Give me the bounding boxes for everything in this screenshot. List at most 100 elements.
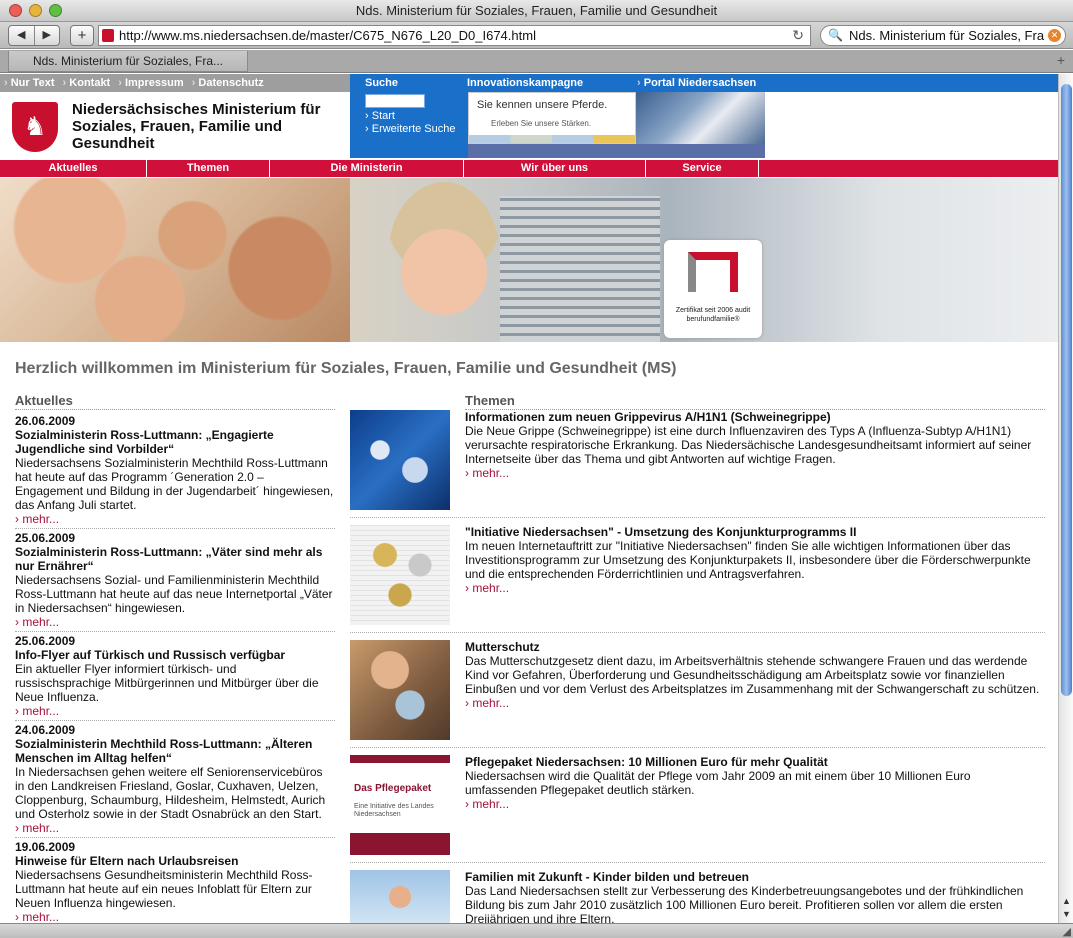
- nav-themen[interactable]: Themen: [147, 160, 270, 177]
- search-value: Nds. Ministerium für Soziales, Fra: [849, 28, 1045, 43]
- news-more-link[interactable]: mehr...: [15, 615, 335, 629]
- window-title: Nds. Ministerium für Soziales, Frauen, F…: [355, 3, 718, 18]
- search-icon: 🔍: [828, 28, 843, 42]
- forward-button[interactable]: ▶: [35, 26, 60, 45]
- meta-link-datenschutz[interactable]: Datenschutz: [192, 74, 263, 92]
- page-viewport: Nur Text Kontakt Impressum Datenschutz S…: [0, 74, 1058, 923]
- topic-text: Im neuen Internetauftritt zur "Initiativ…: [465, 539, 1031, 581]
- lower-saxony-horse-logo[interactable]: ♞: [12, 102, 58, 152]
- news-more-link[interactable]: mehr...: [15, 910, 335, 923]
- back-button[interactable]: ◀: [9, 26, 35, 45]
- pflegepaket-subtitle: Eine Initiative des Landes Niedersachsen: [354, 803, 434, 818]
- news-date: 24.06.2009: [15, 723, 76, 737]
- status-bar: ◢: [0, 923, 1073, 938]
- banner-strip: [468, 144, 765, 158]
- divider: [350, 517, 1045, 518]
- search-start-link[interactable]: Start: [365, 110, 395, 122]
- audit-certificate[interactable]: Zertifikat seit 2006 audit berufundfamil…: [664, 240, 762, 338]
- topic-title[interactable]: Familien mit Zukunft - Kinder bilden und…: [465, 870, 1045, 884]
- vertical-scrollbar[interactable]: ▲ ▼: [1058, 74, 1073, 923]
- minister-portrait: [388, 182, 500, 332]
- virus-image[interactable]: [350, 410, 450, 510]
- nav-ministerin[interactable]: Die Ministerin: [270, 160, 464, 177]
- topic-item: "Initiative Niedersachsen" - Umsetzung d…: [465, 525, 1045, 595]
- meta-link-kontakt[interactable]: Kontakt: [63, 74, 110, 92]
- resize-grip-icon[interactable]: ◢: [1063, 925, 1071, 938]
- innovation-link[interactable]: Innovationskampagne: [467, 74, 583, 92]
- nav-wir-ueber-uns[interactable]: Wir über uns: [464, 160, 646, 177]
- nav-service[interactable]: Service: [646, 160, 759, 177]
- news-text: Niedersachsens Gesundheitsministerin Mec…: [15, 868, 313, 910]
- news-more-link[interactable]: mehr...: [15, 821, 335, 835]
- scroll-down-icon[interactable]: ▼: [1062, 909, 1071, 919]
- new-tab-icon[interactable]: +: [1057, 52, 1065, 68]
- news-title[interactable]: Info-Flyer auf Türkisch und Russisch ver…: [15, 648, 335, 662]
- topic-item: Mutterschutz Das Mutterschutzgesetz dien…: [465, 640, 1045, 710]
- topic-title[interactable]: Pflegepaket Niedersachsen: 10 Millionen …: [465, 755, 1045, 769]
- reload-icon[interactable]: ↻: [792, 26, 804, 45]
- nav-aktuelles[interactable]: Aktuelles: [0, 160, 147, 177]
- pflegepaket-image[interactable]: Das Pflegepaket Eine Initiative des Land…: [350, 755, 450, 855]
- search-input[interactable]: 🔍 Nds. Ministerium für Soziales, Fra ✕: [820, 25, 1066, 46]
- address-bar[interactable]: http://www.ms.niedersachsen.de/master/C6…: [98, 25, 811, 46]
- window-controls: [9, 4, 62, 17]
- scroll-up-icon[interactable]: ▲: [1062, 896, 1071, 906]
- clear-search-icon[interactable]: ✕: [1048, 29, 1061, 42]
- child-image[interactable]: [350, 870, 450, 923]
- horse-campaign-banner[interactable]: Sie kennen unsere Pferde. Erleben Sie un…: [468, 92, 636, 144]
- news-title[interactable]: Hinweise für Eltern nach Urlaubsreisen: [15, 854, 335, 868]
- add-bookmark-button[interactable]: +: [70, 25, 94, 46]
- main-nav: Aktuelles Themen Die Ministerin Wir über…: [0, 160, 1058, 177]
- news-date: 25.06.2009: [15, 634, 76, 648]
- news-date: 25.06.2009: [15, 531, 76, 545]
- suche-label: Suche: [365, 77, 399, 89]
- topic-more-link[interactable]: mehr...: [465, 696, 1045, 710]
- news-more-link[interactable]: mehr...: [15, 704, 335, 718]
- url-text: http://www.ms.niedersachsen.de/master/C6…: [119, 28, 536, 43]
- news-item: 25.06.2009 Info-Flyer auf Türkisch und R…: [15, 632, 335, 721]
- topic-item: Pflegepaket Niedersachsen: 10 Millionen …: [465, 755, 1045, 811]
- news-text: In Niedersachsen gehen weitere elf Senio…: [15, 765, 326, 821]
- news-title[interactable]: Sozialministerin Ross-Luttmann: „Engagie…: [15, 428, 335, 456]
- news-heading: Aktuelles: [15, 393, 335, 410]
- ministry-building: [500, 196, 660, 342]
- news-title[interactable]: Sozialministerin Ross-Luttmann: „Väter s…: [15, 545, 335, 573]
- news-title[interactable]: Sozialministerin Mechthild Ross-Luttmann…: [15, 737, 335, 765]
- topic-title[interactable]: "Initiative Niedersachsen" - Umsetzung d…: [465, 525, 1045, 539]
- topic-title[interactable]: Mutterschutz: [465, 640, 1045, 654]
- advanced-search-link[interactable]: Erweiterte Suche: [365, 123, 456, 135]
- minimize-window-button[interactable]: [29, 4, 42, 17]
- banner-line1: Sie kennen unsere Pferde.: [477, 99, 608, 111]
- topic-text: Niedersachsen wird die Qualität der Pfle…: [465, 769, 971, 797]
- topic-more-link[interactable]: mehr...: [465, 581, 1045, 595]
- news-more-link[interactable]: mehr...: [15, 512, 335, 526]
- meta-link-nur-text[interactable]: Nur Text: [4, 74, 55, 92]
- topic-more-link[interactable]: mehr...: [465, 797, 1045, 811]
- mother-baby-image[interactable]: [350, 640, 450, 740]
- portal-link[interactable]: Portal Niedersachsen: [637, 74, 757, 92]
- search-panel: Start Erweiterte Suche: [350, 92, 468, 158]
- coins-image[interactable]: [350, 525, 450, 625]
- scrollbar-thumb[interactable]: [1061, 84, 1072, 696]
- news-date: 19.06.2009: [15, 840, 76, 854]
- site-search-input[interactable]: [365, 94, 425, 108]
- meta-link-impressum[interactable]: Impressum: [118, 74, 184, 92]
- banner-color-strip: [469, 135, 635, 143]
- tab-ministerium[interactable]: Nds. Ministerium für Soziales, Fra...: [8, 51, 248, 72]
- news-text: Niedersachsens Sozial- und Familienminis…: [15, 573, 333, 615]
- audit-logo-icon: [688, 252, 738, 292]
- close-window-button[interactable]: [9, 4, 22, 17]
- tab-bar: Nds. Ministerium für Soziales, Fra... +: [0, 50, 1073, 73]
- nav-buttons: ◀ ▶: [8, 25, 60, 46]
- topic-title[interactable]: Informationen zum neuen Grippevirus A/H1…: [465, 410, 1045, 424]
- ministry-title[interactable]: Niedersächsisches Ministerium für Sozial…: [72, 101, 322, 152]
- topic-item: Familien mit Zukunft - Kinder bilden und…: [465, 870, 1045, 923]
- divider: [350, 862, 1045, 863]
- divider: [350, 747, 1045, 748]
- zoom-window-button[interactable]: [49, 4, 62, 17]
- news-item: 19.06.2009 Hinweise für Eltern nach Urla…: [15, 838, 335, 923]
- window-titlebar: Nds. Ministerium für Soziales, Frauen, F…: [0, 0, 1073, 22]
- portal-banner-image[interactable]: [636, 92, 765, 144]
- topic-text: Das Mutterschutzgesetz dient dazu, im Ar…: [465, 654, 1040, 696]
- topic-more-link[interactable]: mehr...: [465, 466, 1045, 480]
